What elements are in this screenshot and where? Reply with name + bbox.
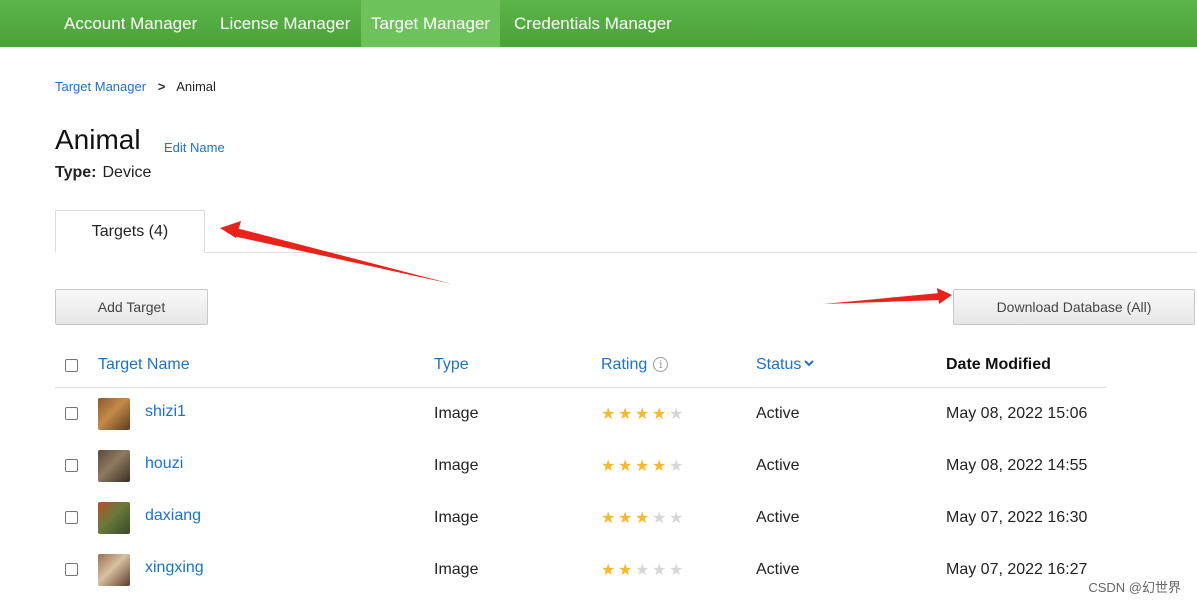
watermark: CSDN @幻世界 [1088,580,1181,595]
star-icon: ★ [635,562,649,579]
breadcrumb-separator: > [157,79,166,94]
page-title: Animal [55,124,141,155]
type-label: Type: [55,164,97,181]
nav-credentials-manager[interactable]: Credentials Manager [504,0,682,47]
row-checkbox[interactable] [65,407,78,420]
star-icon: ★ [618,510,632,527]
target-date-modified: May 08, 2022 15:06 [946,405,1088,422]
breadcrumb-target-manager-link[interactable]: Target Manager [55,79,146,94]
target-type: Image [434,405,479,422]
target-thumbnail[interactable] [98,398,130,430]
header-rating-label: Rating [601,356,648,373]
download-database-button[interactable]: Download Database (All) [953,289,1195,325]
target-name-link[interactable]: houzi [145,455,183,473]
nav-license-manager[interactable]: License Manager [210,0,360,47]
target-thumbnail[interactable] [98,502,130,534]
header-status-label: Status [756,356,802,373]
star-icon: ★ [618,458,632,475]
target-status: Active [756,457,800,474]
breadcrumb-current: Animal [176,79,216,94]
target-type: Image [434,509,479,526]
star-rating: ★ ★ ★ ★ ★ [601,508,686,528]
header-rating[interactable]: Rating i [601,356,669,374]
star-icon: ★ [601,458,615,475]
target-date-modified: May 08, 2022 14:55 [946,457,1088,474]
target-thumbnail[interactable] [98,554,130,586]
star-icon: ★ [669,406,683,423]
star-icon: ★ [601,406,615,423]
chevron-down-icon [804,360,815,367]
star-icon: ★ [669,458,683,475]
star-icon: ★ [635,458,649,475]
table-row: xingxing Image ★ ★ ★ ★ ★ Active May 07, 2022 16:… [55,544,1106,596]
breadcrumb: Target Manager > Animal [55,79,216,94]
target-type: Image [434,457,479,474]
star-icon: ★ [635,510,649,527]
target-name-link[interactable]: shizi1 [145,403,186,421]
target-status: Active [756,509,800,526]
table-row: daxiang Image ★ ★ ★ ★ ★ Active May 07, 2022 16:3… [55,492,1106,544]
star-icon: ★ [652,406,666,423]
top-nav-bar: Account Manager License Manager Target M… [0,0,1197,47]
edit-name-link[interactable]: Edit Name [164,140,225,155]
type-value: Device [102,164,152,181]
target-thumbnail[interactable] [98,450,130,482]
star-icon: ★ [669,510,683,527]
annotation-arrow-download [823,288,952,304]
header-date-modified: Date Modified [946,356,1051,373]
star-rating: ★ ★ ★ ★ ★ [601,404,686,424]
star-rating: ★ ★ ★ ★ ★ [601,456,686,476]
target-name-link[interactable]: daxiang [145,507,201,525]
star-icon: ★ [669,562,683,579]
target-status: Active [756,561,800,578]
tab-targets[interactable]: Targets (4) [55,210,205,253]
row-checkbox[interactable] [65,511,78,524]
add-target-button[interactable]: Add Target [55,289,208,325]
row-checkbox[interactable] [65,459,78,472]
target-date-modified: May 07, 2022 16:30 [946,509,1088,526]
star-icon: ★ [652,562,666,579]
nav-target-manager[interactable]: Target Manager [361,0,501,47]
nav-account-manager[interactable]: Account Manager [54,0,207,47]
star-rating: ★ ★ ★ ★ ★ [601,560,686,580]
target-date-modified: May 07, 2022 16:27 [946,561,1088,578]
target-name-link[interactable]: xingxing [145,559,204,577]
select-all-checkbox[interactable] [65,359,78,372]
target-status: Active [756,405,800,422]
database-type: Type: Device [55,164,151,182]
target-type: Image [434,561,479,578]
table-header: Target Name Type Rating i Status Date Mod… [55,346,1106,388]
row-checkbox[interactable] [65,563,78,576]
star-icon: ★ [601,562,615,579]
star-icon: ★ [618,562,632,579]
table-row: shizi1 Image ★ ★ ★ ★ ★ Active May 08, 2022 15:06 [55,388,1106,440]
table-row: houzi Image ★ ★ ★ ★ ★ Active May 08, 2022 14:55 [55,440,1106,492]
tab-divider [55,252,1197,253]
info-icon[interactable]: i [653,357,669,372]
header-status[interactable]: Status [756,356,815,374]
star-icon: ★ [601,510,615,527]
header-target-name[interactable]: Target Name [98,356,190,374]
star-icon: ★ [652,458,666,475]
star-icon: ★ [635,406,649,423]
star-icon: ★ [652,510,666,527]
star-icon: ★ [618,406,632,423]
header-type[interactable]: Type [434,356,469,374]
